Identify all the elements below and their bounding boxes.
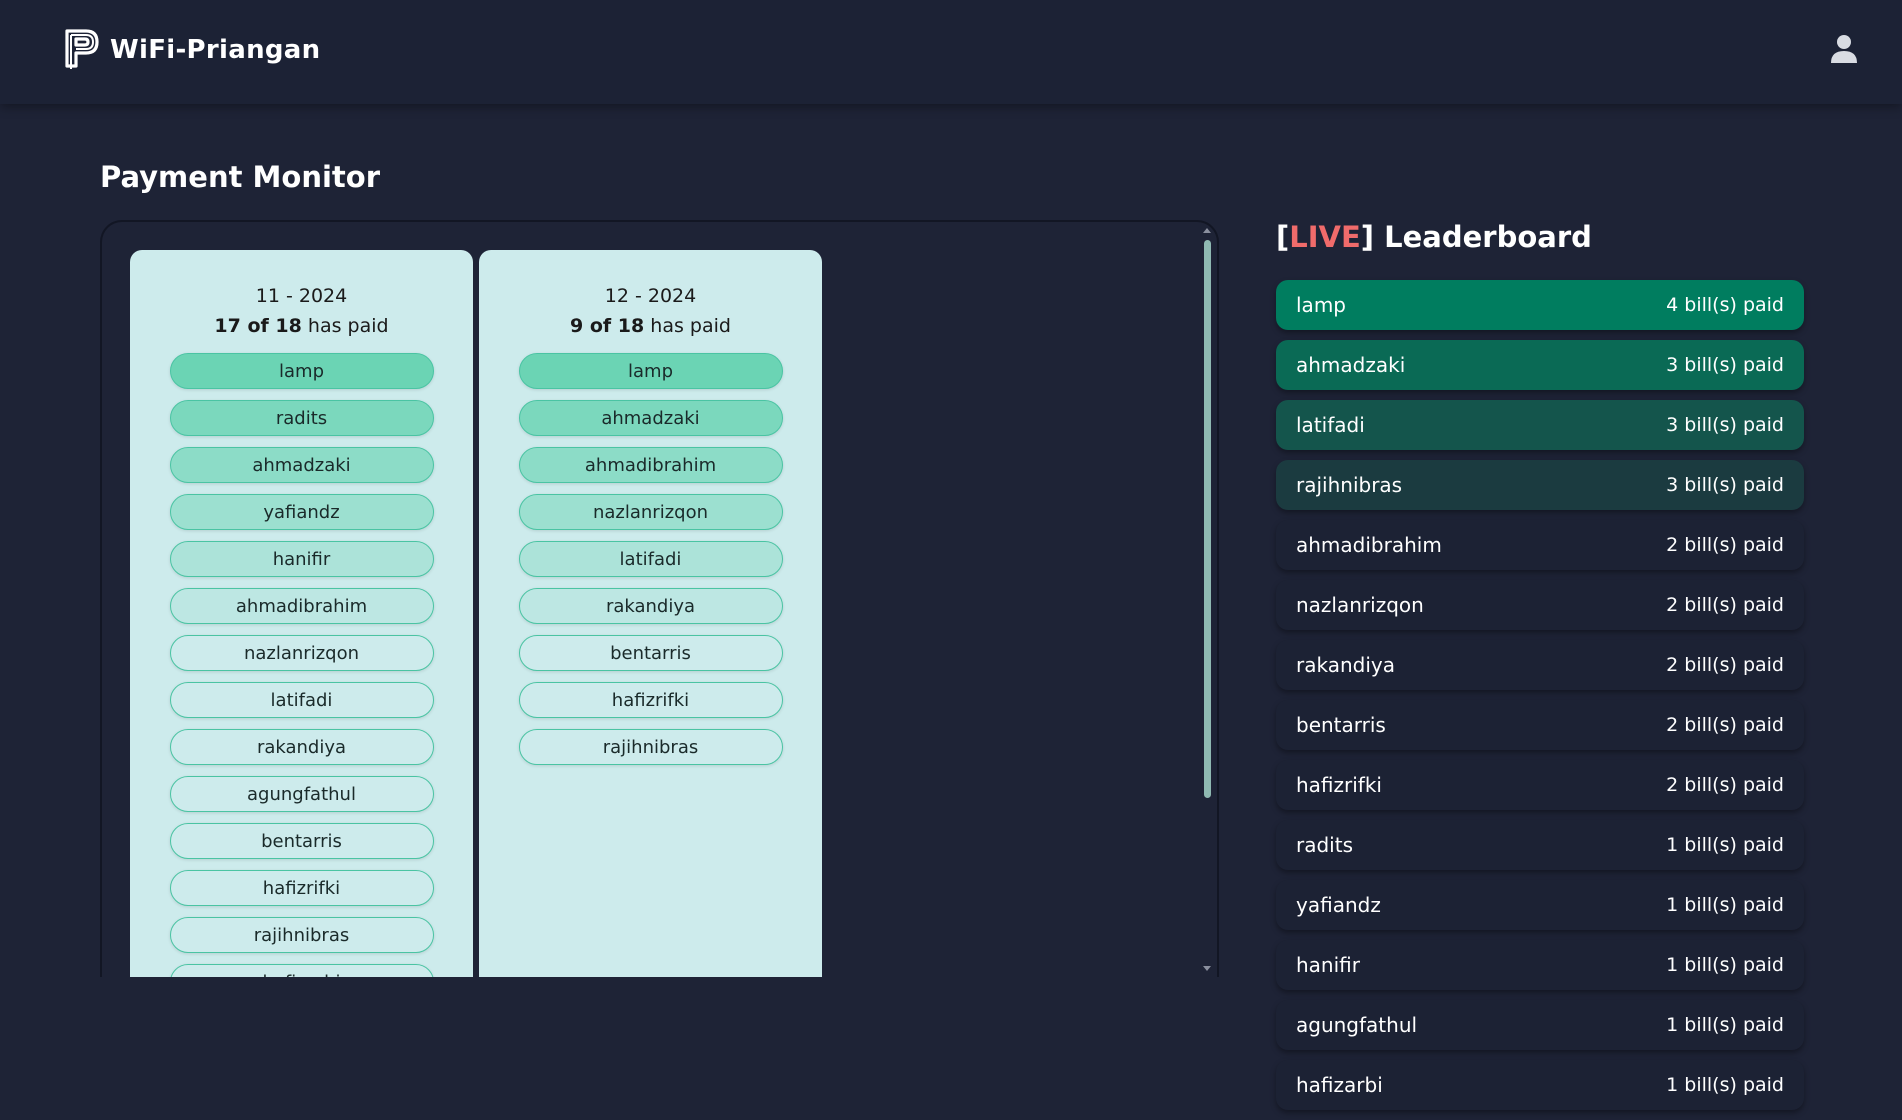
leaderboard-name: hanifir	[1296, 953, 1360, 977]
leaderboard-row: radits 1 bill(s) paid	[1276, 820, 1804, 870]
payer-pill[interactable]: latifadi	[169, 682, 434, 718]
paid-suffix: has paid	[307, 315, 389, 337]
leaderboard-row: hafizrifki 2 bill(s) paid	[1276, 760, 1804, 810]
leaderboard-paid-count: 1 bill(s) paid	[1666, 834, 1784, 856]
paid-count: 9 of 18	[570, 315, 645, 337]
scroll-up-arrow-icon[interactable]	[1203, 228, 1211, 233]
leaderboard-list: lamp 4 bill(s) paid ahmadzaki 3 bill(s) pai…	[1276, 280, 1804, 1120]
leaderboard-name: lamp	[1296, 293, 1346, 317]
leaderboard-row: hanifir 1 bill(s) paid	[1276, 940, 1804, 990]
scroll-down-arrow-icon[interactable]	[1203, 966, 1211, 971]
month-paid-summary: 9 of 18 has paid	[479, 311, 822, 341]
leaderboard-row: nazlanrizqon 2 bill(s) paid	[1276, 580, 1804, 630]
leaderboard-name: ahmadibrahim	[1296, 533, 1442, 557]
leaderboard-row: ahmadzaki 3 bill(s) paid	[1276, 340, 1804, 390]
leaderboard-row: ahmadibrahim 2 bill(s) paid	[1276, 520, 1804, 570]
user-icon[interactable]	[1830, 34, 1858, 64]
payer-pill[interactable]: bentarris	[169, 823, 434, 859]
leaderboard-label: Leaderboard	[1374, 220, 1592, 254]
leaderboard-paid-count: 3 bill(s) paid	[1666, 474, 1784, 496]
bracket-close: ]	[1360, 220, 1375, 254]
leaderboard-name: rajihnibras	[1296, 473, 1403, 497]
leaderboard-name: nazlanrizqon	[1296, 593, 1424, 617]
leaderboard-name: hafizrifki	[1296, 773, 1382, 797]
payer-pill[interactable]: radits	[169, 400, 434, 436]
leaderboard-name: rakandiya	[1296, 653, 1395, 677]
payer-pill[interactable]: ahmadzaki	[169, 447, 434, 483]
leaderboard-paid-count: 1 bill(s) paid	[1666, 894, 1784, 916]
leaderboard-paid-count: 4 bill(s) paid	[1666, 294, 1784, 316]
vertical-scrollbar[interactable]	[1203, 228, 1211, 973]
leaderboard-name: agungfathul	[1296, 1013, 1418, 1037]
leaderboard-row: rakandiya 2 bill(s) paid	[1276, 640, 1804, 690]
leaderboard-row: hafizarbi 1 bill(s) paid	[1276, 1060, 1804, 1110]
payer-pill[interactable]: nazlanrizqon	[169, 635, 434, 671]
bracket-open: [	[1276, 220, 1290, 254]
leaderboard-row: agungfathul 1 bill(s) paid	[1276, 1000, 1804, 1050]
app-name: WiFi-Priangan	[110, 35, 321, 65]
month-card: 12 - 2024 9 of 18 has paid lamp ahmadzaki ah…	[479, 250, 822, 977]
leaderboard-paid-count: 2 bill(s) paid	[1666, 534, 1784, 556]
payer-pill[interactable]: yafiandz	[169, 494, 434, 530]
leaderboard-name: bentarris	[1296, 713, 1386, 737]
leaderboard-paid-count: 3 bill(s) paid	[1666, 354, 1784, 376]
month-paid-summary: 17 of 18 has paid	[130, 311, 473, 341]
leaderboard-row: yafiandz 1 bill(s) paid	[1276, 880, 1804, 930]
leaderboard-paid-count: 2 bill(s) paid	[1666, 654, 1784, 676]
leaderboard-name: yafiandz	[1296, 893, 1381, 917]
leaderboard-paid-count: 1 bill(s) paid	[1666, 954, 1784, 976]
leaderboard-name: ahmadzaki	[1296, 353, 1406, 377]
payer-pill[interactable]: ahmadibrahim	[518, 447, 783, 483]
payer-pill[interactable]: rakandiya	[169, 729, 434, 765]
month-card: 11 - 2024 17 of 18 has paid lamp radits ahma…	[130, 250, 473, 977]
paid-suffix: has paid	[650, 315, 731, 337]
payer-list: lamp radits ahmadzaki yafiandz hanifir ahmadi…	[130, 353, 473, 977]
payer-pill[interactable]: lamp	[518, 353, 783, 389]
payer-pill[interactable]: hafizarbi	[169, 964, 434, 977]
month-label: 11 - 2024	[255, 285, 348, 307]
payer-pill[interactable]: lamp	[169, 353, 434, 389]
leaderboard-paid-count: 1 bill(s) paid	[1666, 1074, 1784, 1096]
leaderboard-title: [LIVE] Leaderboard	[1276, 220, 1592, 254]
leaderboard-paid-count: 2 bill(s) paid	[1666, 714, 1784, 736]
leaderboard-row: bentarris 2 bill(s) paid	[1276, 700, 1804, 750]
month-label: 12 - 2024	[604, 285, 697, 307]
leaderboard-name: radits	[1296, 833, 1353, 857]
payer-pill[interactable]: hanifir	[169, 541, 434, 577]
month-columns: 11 - 2024 17 of 18 has paid lamp radits ahma…	[130, 250, 822, 977]
live-label: LIVE	[1289, 220, 1361, 254]
payer-pill[interactable]: bentarris	[518, 635, 783, 671]
payer-pill[interactable]: hafizrifki	[518, 682, 783, 718]
leaderboard-row: latifadi 3 bill(s) paid	[1276, 400, 1804, 450]
logo-p-icon	[65, 29, 99, 69]
top-navbar: WiFi-Priangan	[0, 0, 1902, 104]
payer-list: lamp ahmadzaki ahmadibrahim nazlanrizqon lat…	[479, 353, 822, 765]
payer-pill[interactable]: ahmadibrahim	[169, 588, 434, 624]
leaderboard-paid-count: 2 bill(s) paid	[1666, 774, 1784, 796]
payer-pill[interactable]: agungfathul	[169, 776, 434, 812]
leaderboard-name: latifadi	[1296, 413, 1365, 437]
paid-count: 17 of 18	[214, 315, 302, 337]
payment-monitor-panel[interactable]: 11 - 2024 17 of 18 has paid lamp radits ahma…	[100, 220, 1219, 977]
brand[interactable]: WiFi-Priangan	[64, 28, 320, 72]
payer-pill[interactable]: rajihnibras	[169, 917, 434, 953]
leaderboard-paid-count: 3 bill(s) paid	[1666, 414, 1784, 436]
payer-pill[interactable]: nazlanrizqon	[518, 494, 783, 530]
leaderboard-name: hafizarbi	[1296, 1073, 1383, 1097]
leaderboard-row: rajihnibras 3 bill(s) paid	[1276, 460, 1804, 510]
payer-pill[interactable]: ahmadzaki	[518, 400, 783, 436]
payer-pill[interactable]: rakandiya	[518, 588, 783, 624]
scrollbar-thumb[interactable]	[1204, 240, 1211, 798]
payer-pill[interactable]: rajihnibras	[518, 729, 783, 765]
payer-pill[interactable]: hafizrifki	[169, 870, 434, 906]
leaderboard-paid-count: 2 bill(s) paid	[1666, 594, 1784, 616]
page-title: Payment Monitor	[100, 160, 381, 194]
payer-pill[interactable]: latifadi	[518, 541, 783, 577]
leaderboard-row: lamp 4 bill(s) paid	[1276, 280, 1804, 330]
leaderboard-paid-count: 1 bill(s) paid	[1666, 1014, 1784, 1036]
